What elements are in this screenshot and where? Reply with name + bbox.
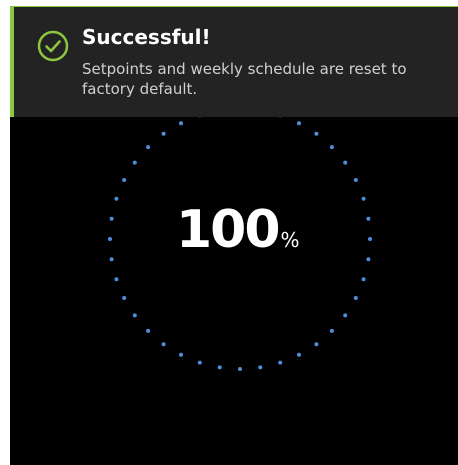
progress-unit: % xyxy=(280,228,300,252)
progress-dot xyxy=(122,296,127,300)
progress-dot xyxy=(217,365,222,370)
progress-dot xyxy=(353,178,358,182)
progress-dot xyxy=(329,145,334,150)
progress-dot xyxy=(161,342,166,347)
progress-dot xyxy=(132,313,137,318)
progress-dot xyxy=(278,360,283,365)
progress-dot xyxy=(314,131,319,136)
progress-dot xyxy=(238,367,242,371)
toast-title: Successful! xyxy=(82,25,211,49)
progress-dot xyxy=(329,328,334,333)
progress-readout: 100% xyxy=(176,200,300,260)
progress-dot xyxy=(108,237,112,241)
progress-dot xyxy=(197,360,202,365)
progress-dot xyxy=(343,160,348,165)
progress-dot xyxy=(122,178,127,182)
progress-dot xyxy=(179,121,183,126)
progress-dot xyxy=(368,237,372,241)
toast-message: Setpoints and weekly schedule are reset … xyxy=(82,60,407,98)
progress-dot xyxy=(361,196,366,201)
success-toast: Successful! Setpoints and weekly schedul… xyxy=(10,6,458,117)
device-screen: 100% Successful! Setpoints and weekly sc… xyxy=(10,6,458,465)
progress-dot xyxy=(297,352,301,357)
progress-dot xyxy=(109,257,114,262)
check-circle-icon xyxy=(37,30,69,62)
progress-dot xyxy=(114,277,119,282)
progress-dot xyxy=(366,257,371,262)
progress-dot xyxy=(361,277,366,282)
progress-dot xyxy=(146,145,151,150)
progress-dot xyxy=(114,196,119,201)
progress-dot xyxy=(109,216,114,221)
progress-dot xyxy=(161,131,166,136)
progress-dot xyxy=(366,216,371,221)
progress-dot xyxy=(179,352,183,357)
progress-dot xyxy=(353,296,358,300)
progress-dot xyxy=(297,121,301,126)
progress-dot xyxy=(146,328,151,333)
progress-dot xyxy=(258,365,263,370)
progress-dot xyxy=(343,313,348,318)
progress-dot xyxy=(314,342,319,347)
progress-value: 100 xyxy=(176,200,281,260)
progress-dot xyxy=(132,160,137,165)
